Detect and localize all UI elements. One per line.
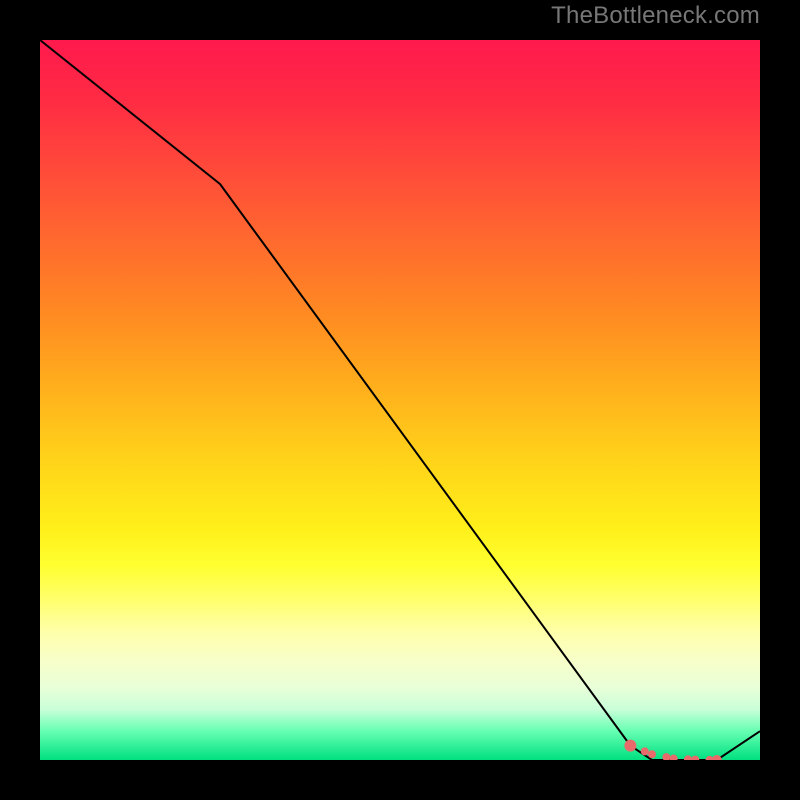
highlight-dot <box>648 750 656 758</box>
highlight-dot <box>624 740 636 752</box>
line-layer <box>40 40 760 760</box>
highlight-dot <box>712 755 722 760</box>
highlight-dot <box>662 753 670 760</box>
highlight-dot <box>670 755 678 760</box>
highlight-dot <box>691 756 699 760</box>
plot-area <box>40 40 760 760</box>
highlight-dot <box>641 747 649 755</box>
highlight-markers <box>624 740 721 760</box>
chart-frame: TheBottleneck.com <box>0 0 800 800</box>
attribution-label: TheBottleneck.com <box>551 2 760 30</box>
highlight-dot <box>684 755 692 760</box>
bottleneck-curve-line <box>40 40 760 760</box>
